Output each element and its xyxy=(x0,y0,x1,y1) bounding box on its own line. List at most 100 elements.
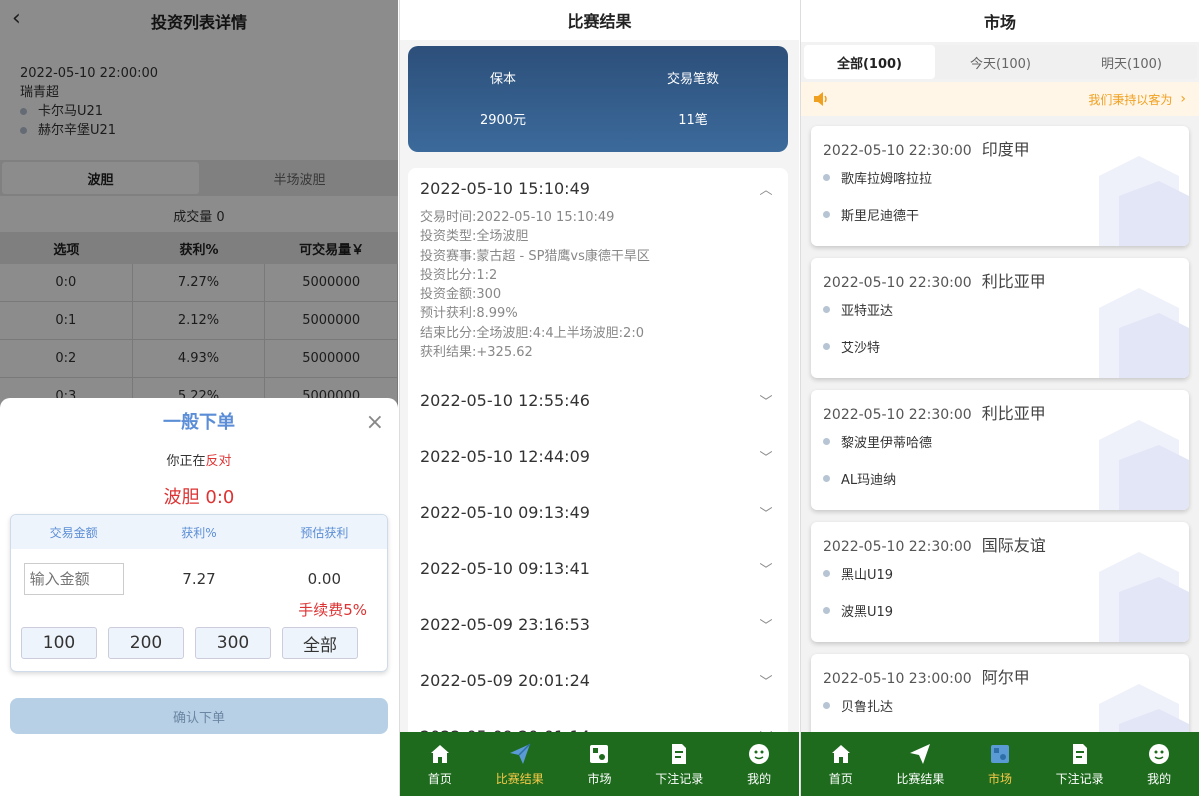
match-league: 印度甲 xyxy=(981,140,1030,159)
order-header: 交易金额 获利% 预估获利 xyxy=(11,515,387,549)
nav-results[interactable]: 比赛结果 xyxy=(881,732,961,796)
column-header: 获利% xyxy=(181,525,217,540)
document-icon xyxy=(1072,743,1087,764)
record-header-expanded[interactable]: 2022-05-10 15:10:49 ︿ xyxy=(408,168,788,208)
match-card[interactable]: 2022-05-10 22:30:00 利比亚甲 亚特亚达 艾沙特 xyxy=(811,258,1189,378)
summary-label: 保本 xyxy=(489,72,516,87)
notice-text: 我们秉持以客为 xyxy=(1088,92,1173,107)
chevron-up-icon: ︿ xyxy=(759,182,773,198)
market-icon xyxy=(590,744,609,763)
match-card[interactable]: 2022-05-10 22:30:00 印度甲 歌库拉姆喀拉拉 斯里尼迪德干 xyxy=(811,126,1189,246)
record-item[interactable]: 2022-05-10 09:13:49 ﹀ xyxy=(408,484,788,540)
match-league: 阿尔甲 xyxy=(981,668,1030,687)
detail-line: 投资金额:300 xyxy=(420,287,502,303)
summary-item: 保本 2900元 xyxy=(408,46,598,152)
day-tabs: 全部(100) 今天(100) 明天(100) xyxy=(804,45,1197,79)
results-panel: 比赛结果 保本 2900元 交易笔数 11笔 2022-05-10 15:10:… xyxy=(399,0,799,796)
record-item[interactable]: 2022-05-10 12:44:09 ﹀ xyxy=(408,428,788,484)
nav-label: 比赛结果 xyxy=(495,771,544,786)
nav-label: 市场 xyxy=(587,771,612,786)
close-icon[interactable]: × xyxy=(366,410,384,435)
order-form: 交易金额 获利% 预估获利 7.27 0.00 手续费5% 100 200 30… xyxy=(10,514,388,672)
quick-amounts: 100 200 300 全部 xyxy=(21,627,358,659)
tab-tomorrow[interactable]: 明天(100) xyxy=(1066,45,1197,79)
nav-market[interactable]: 市场 xyxy=(560,732,640,796)
dot-icon xyxy=(823,174,830,181)
chevron-down-icon: ﹀ xyxy=(759,674,773,690)
record-item[interactable]: 2022-05-10 09:13:41 ﹀ xyxy=(408,540,788,596)
match-league: 利比亚甲 xyxy=(981,404,1046,423)
chevron-down-icon: ﹀ xyxy=(759,506,773,522)
confirm-order-button[interactable]: 确认下单 xyxy=(10,698,388,734)
team-row: 斯里尼迪德干 xyxy=(823,205,919,224)
match-time: 2022-05-10 23:00:00 xyxy=(823,671,972,687)
bottom-nav: 首页 比赛结果 市场 下注记录 我的 xyxy=(400,732,799,796)
estimated-profit: 0.00 xyxy=(307,570,342,588)
team-name: 艾沙特 xyxy=(841,341,881,356)
column-header: 预估获利 xyxy=(300,525,349,540)
records-list: 2022-05-10 15:10:49 ︿ 交易时间:2022-05-10 15… xyxy=(408,168,788,738)
nav-bet-records[interactable]: 下注记录 xyxy=(639,732,719,796)
nav-home[interactable]: 首页 xyxy=(801,732,881,796)
profit-percent: 7.27 xyxy=(182,570,216,588)
record-item[interactable]: 2022-05-09 23:16:53 ﹀ xyxy=(408,596,788,652)
dot-icon xyxy=(823,702,830,709)
team-name: AL玛迪纳 xyxy=(841,473,897,488)
team-name: 黑山U19 xyxy=(841,568,894,583)
nav-profile[interactable]: 我的 xyxy=(1119,732,1199,796)
notice-bar[interactable]: 我们秉持以客为 › xyxy=(801,82,1199,116)
paper-plane-icon xyxy=(509,742,531,764)
record-item[interactable]: 2022-05-10 12:55:46 ﹀ xyxy=(408,372,788,428)
all-amount-button[interactable]: 全部 xyxy=(282,627,358,659)
nav-bet-records[interactable]: 下注记录 xyxy=(1040,732,1120,796)
nav-home[interactable]: 首页 xyxy=(400,732,480,796)
team-row: 歌库拉姆喀拉拉 xyxy=(823,168,932,187)
match-card[interactable]: 2022-05-10 22:30:00 国际友谊 黑山U19 波黑U19 xyxy=(811,522,1189,642)
market-icon xyxy=(990,744,1009,763)
match-card[interactable]: 2022-05-10 22:30:00 利比亚甲 黎波里伊蒂哈德 AL玛迪纳 xyxy=(811,390,1189,510)
quick-amount-button[interactable]: 100 xyxy=(21,627,97,659)
order-values: 7.27 0.00 xyxy=(11,559,387,599)
team-name: 斯里尼迪德干 xyxy=(841,209,920,224)
fee-label: 手续费5% xyxy=(298,601,367,619)
tab-today[interactable]: 今天(100) xyxy=(935,45,1066,79)
record-time: 2022-05-10 09:13:41 xyxy=(420,558,590,578)
bottom-nav: 首页 比赛结果 市场 下注记录 我的 xyxy=(801,732,1199,796)
summary-label: 交易笔数 xyxy=(666,72,719,87)
chevron-down-icon: ﹀ xyxy=(759,394,773,410)
detail-line: 交易时间:2022-05-10 15:10:49 xyxy=(420,210,615,225)
bet-side-prefix: 你正在 xyxy=(166,454,206,469)
match-header: 2022-05-10 22:30:00 利比亚甲 xyxy=(823,400,1046,424)
record-detail: 交易时间:2022-05-10 15:10:49 投资类型:全场波胆 投资赛事:… xyxy=(408,208,788,372)
nav-market[interactable]: 市场 xyxy=(960,732,1040,796)
speaker-icon xyxy=(814,92,827,106)
nav-label: 我的 xyxy=(1147,771,1172,786)
quick-amount-button[interactable]: 200 xyxy=(108,627,184,659)
record-item[interactable]: 2022-05-09 20:01:24 ﹀ xyxy=(408,652,788,708)
tab-all[interactable]: 全部(100) xyxy=(804,45,935,79)
detail-line: 获利结果:+325.62 xyxy=(420,345,533,361)
nav-results[interactable]: 比赛结果 xyxy=(480,732,560,796)
nav-profile[interactable]: 我的 xyxy=(719,732,799,796)
sheet-title: 一般下单 xyxy=(163,412,235,433)
order-sheet: 一般下单 × 你正在反对 波胆 0:0 交易金额 获利% 预估获利 7.27 0… xyxy=(0,398,398,796)
chevron-down-icon: ﹀ xyxy=(759,562,773,578)
summary-item: 交易笔数 11笔 xyxy=(598,46,788,152)
investment-detail-panel: ‹ 投资列表详情 2022-05-10 22:00:00 瑞青超 卡尔马U21 … xyxy=(0,0,398,796)
dot-icon xyxy=(823,306,830,313)
team-row: AL玛迪纳 xyxy=(823,469,896,488)
dot-icon xyxy=(823,211,830,218)
detail-line: 投资类型:全场波胆 xyxy=(420,229,529,245)
record-time: 2022-05-09 23:16:53 xyxy=(420,614,590,634)
nav-label: 首页 xyxy=(828,771,853,786)
match-time: 2022-05-10 22:30:00 xyxy=(823,275,972,291)
quick-amount-button[interactable]: 300 xyxy=(195,627,271,659)
chevron-down-icon: ﹀ xyxy=(759,450,773,466)
team-row: 黎波里伊蒂哈德 xyxy=(823,432,932,451)
summary-value: 11笔 xyxy=(678,113,708,128)
dot-icon xyxy=(823,570,830,577)
bet-pick: 波胆 0:0 xyxy=(163,487,235,508)
match-time: 2022-05-10 22:30:00 xyxy=(823,539,972,555)
amount-input[interactable] xyxy=(23,563,124,595)
record-time: 2022-05-10 09:13:49 xyxy=(420,502,590,522)
